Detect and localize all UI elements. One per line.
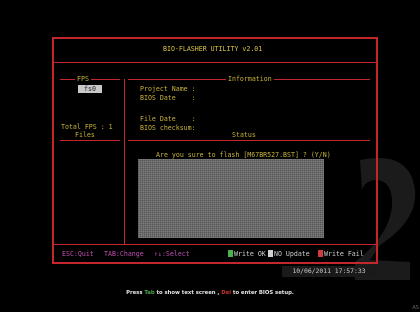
corner-watermark: AS [412, 305, 419, 311]
files-section-label: Files [73, 131, 97, 139]
footer-divider [54, 244, 376, 245]
panel-vertical-divider [124, 79, 125, 244]
write-fail-swatch [318, 250, 323, 257]
tab-change-hint: TAB:Change [104, 250, 144, 258]
flash-confirm-prompt: Are you sure to flash [M67BR527.BST] ? (… [156, 151, 331, 159]
fs0-drive-tab[interactable]: fs0 [78, 85, 102, 93]
tab-key-text: Tab [144, 290, 155, 296]
bios-date-label: BIOS Date : [140, 94, 196, 102]
write-ok-legend: Write OK [234, 250, 266, 258]
bios-checksum-label: BIOS checksum: [140, 124, 196, 132]
write-fail-legend: Write Fail [324, 250, 364, 258]
note-middle: to show text screen , [154, 290, 222, 296]
status-progress-area [138, 159, 324, 238]
files-divider-left [60, 140, 120, 141]
total-fps-count: Total FPS : 1 [61, 123, 113, 131]
status-heading: Status [230, 131, 258, 139]
file-date-label: File Date : [140, 115, 196, 123]
project-name-label: Project Name : [140, 85, 196, 93]
del-key-text: Del [221, 290, 232, 296]
no-update-legend: NO Update [274, 250, 310, 258]
note-end: to enter BIOS setup. [231, 290, 294, 296]
write-ok-swatch [228, 250, 233, 257]
esc-quit-hint: ESC:Quit [62, 250, 94, 258]
window-title: BIO-FLASHER UTILITY v2.01 [163, 45, 263, 53]
select-hint: ↑↓:Select [154, 250, 190, 258]
information-heading: Information [226, 75, 274, 83]
note-press: Press [126, 290, 145, 296]
bottom-instructions: Press Tab to show text screen , Del to e… [0, 290, 420, 296]
status-divider [128, 140, 370, 141]
title-divider [54, 62, 376, 63]
no-update-swatch [268, 250, 273, 257]
fps-section-label: FPS [75, 75, 91, 83]
datetime-display: 10/06/2011 17:57:33 [282, 266, 376, 277]
